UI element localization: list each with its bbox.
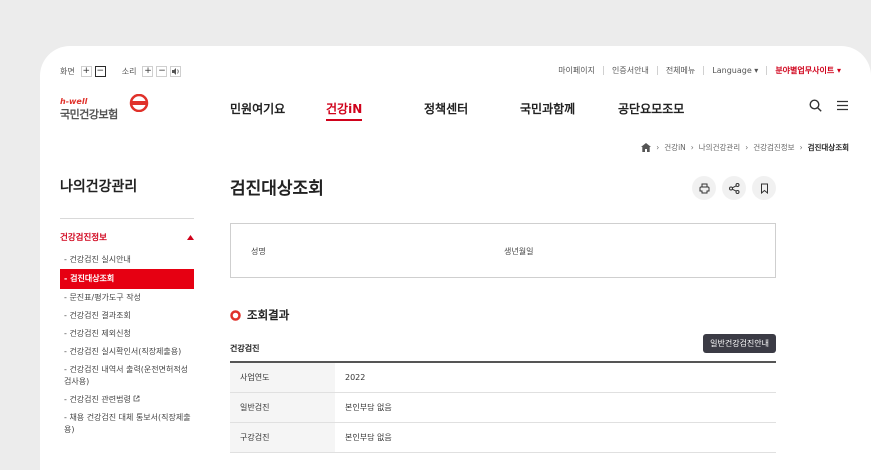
logo-name: 국민건강보험 [60, 108, 118, 121]
row-header: 구강검진 [230, 422, 335, 453]
breadcrumb-item[interactable]: 나의건강관리 [699, 142, 740, 153]
nav-civil-service[interactable]: 민원여기요 [230, 100, 285, 117]
print-button[interactable] [692, 176, 716, 200]
home-icon[interactable] [641, 143, 652, 152]
all-menu-link[interactable]: 전체메뉴 [656, 66, 703, 75]
sidebar-item-exam-guide[interactable]: - 건강검진 실시안내 [60, 251, 194, 269]
table-row: 사업연도 2022 [230, 362, 776, 393]
sidebar-item-hiring-notice[interactable]: - 채용 건강검진 대체 통보서(직장제출용) [60, 409, 194, 439]
row-header: 일반검진 [230, 392, 335, 423]
sidebar: 나의건강관리 건강검진정보 - 건강검진 실시안내 - 검진대상조회 - 문진표… [60, 176, 194, 439]
page-background: 화면 + − 소리 + − 마이페이지 인증서안내 전체메뉴 Language … [0, 0, 871, 470]
zoom-in-button[interactable]: + [80, 66, 92, 77]
section-bullet-icon [230, 309, 241, 321]
bookmark-icon [760, 183, 768, 194]
row-value: 2022 [335, 362, 776, 393]
user-info-box: 성명 생년월일 [230, 223, 776, 278]
menu-icon[interactable] [836, 99, 849, 112]
nav-policy-center[interactable]: 정책센터 [424, 100, 468, 117]
sidebar-group-header[interactable]: 건강검진정보 [60, 231, 194, 243]
sidebar-item-exclusion[interactable]: - 건강검진 제외신청 [60, 325, 194, 343]
print-icon [699, 183, 709, 193]
language-select[interactable]: Language ▾ [703, 66, 766, 75]
logo-subtext: h-well [60, 97, 88, 106]
row-header: 사업연도 [230, 362, 335, 393]
utility-links: 마이페이지 인증서안내 전체메뉴 Language ▾ 분야별업무사이트 ▾ [550, 66, 849, 75]
collapse-arrow-icon [187, 234, 194, 240]
health-exam-subtitle: 건강검진 [230, 344, 260, 353]
work-site-select[interactable]: 분야별업무사이트 ▾ [766, 66, 849, 75]
share-button[interactable] [722, 176, 746, 200]
table-row: 일반검진 본인부담 없음 [230, 392, 776, 423]
sidebar-group-label: 건강검진정보 [60, 233, 107, 243]
row-value: 본인부담 없음 [335, 422, 776, 453]
sidebar-item-laws[interactable]: - 건강검진 관련법령 [60, 391, 194, 409]
nav-with-people[interactable]: 국민과함께 [520, 100, 575, 117]
search-icon[interactable] [809, 99, 822, 112]
breadcrumb-item[interactable]: 건강iN [664, 142, 686, 153]
sidebar-item-exam-target[interactable]: - 검진대상조회 [60, 269, 194, 289]
volume-up-button[interactable]: + [142, 66, 154, 77]
sidebar-menu: - 건강검진 실시안내 - 검진대상조회 - 문진표/평가도구 작성 - 건강검… [60, 251, 194, 439]
share-icon [728, 182, 739, 194]
breadcrumb: › 건강iN › 나의건강관리 › 건강검진정보 › 검진대상조회 [641, 142, 849, 153]
section-title: 조회결과 [247, 308, 290, 322]
volume-down-button[interactable]: − [156, 66, 168, 77]
accessibility-controls: 화면 + − 소리 + − [60, 66, 182, 77]
general-exam-guide-button[interactable]: 일반건강검진안내 [703, 334, 776, 353]
nhis-logo[interactable]: h-well 국민건강보험 [60, 94, 150, 122]
sidebar-item-questionnaire[interactable]: - 문진표/평가도구 작성 [60, 289, 194, 307]
certificate-guide-link[interactable]: 인증서안내 [603, 66, 657, 75]
table-row: 구강검진 본인부담 없음 [230, 422, 776, 453]
sidebar-title: 나의건강관리 [60, 176, 194, 219]
bookmark-button[interactable] [752, 176, 776, 200]
external-link-icon [134, 395, 140, 402]
logo-mark-icon [129, 94, 149, 112]
page-actions [692, 176, 776, 200]
breadcrumb-current: 검진대상조회 [807, 143, 849, 152]
nav-health-in[interactable]: 건강iN [326, 100, 363, 121]
screen-size-label: 화면 [60, 67, 75, 76]
page-card: 화면 + − 소리 + − 마이페이지 인증서안내 전체메뉴 Language … [40, 46, 871, 470]
main-content: 검진대상조회 성명 생년월일 조회결과 건강검진 일반건강검진안내 사업연도 2… [230, 174, 776, 453]
sidebar-item-result[interactable]: - 건강검진 결과조회 [60, 307, 194, 325]
birthdate-label: 생년월일 [504, 247, 534, 256]
header-icons [809, 99, 849, 112]
zoom-out-button[interactable]: − [94, 66, 106, 77]
result-table: 사업연도 2022 일반검진 본인부담 없음 구강검진 본인부담 없음 [230, 361, 776, 453]
nav-about[interactable]: 공단요모조모 [618, 100, 684, 117]
mypage-link[interactable]: 마이페이지 [550, 66, 603, 75]
name-label: 성명 [251, 247, 266, 256]
sound-label: 소리 [121, 67, 137, 76]
utility-bar: 화면 + − 소리 + − 마이페이지 인증서안내 전체메뉴 Language … [60, 66, 849, 82]
row-value: 본인부담 없음 [335, 392, 776, 423]
result-section-heading: 조회결과 [230, 307, 289, 323]
sidebar-item-confirmation[interactable]: - 건강검진 실시확인서(직장제출용) [60, 343, 194, 361]
speaker-icon[interactable] [170, 66, 182, 77]
sidebar-item-license-print[interactable]: - 건강검진 내역서 출력(운전면허적성검사용) [60, 361, 194, 391]
breadcrumb-item[interactable]: 건강검진정보 [753, 142, 794, 153]
